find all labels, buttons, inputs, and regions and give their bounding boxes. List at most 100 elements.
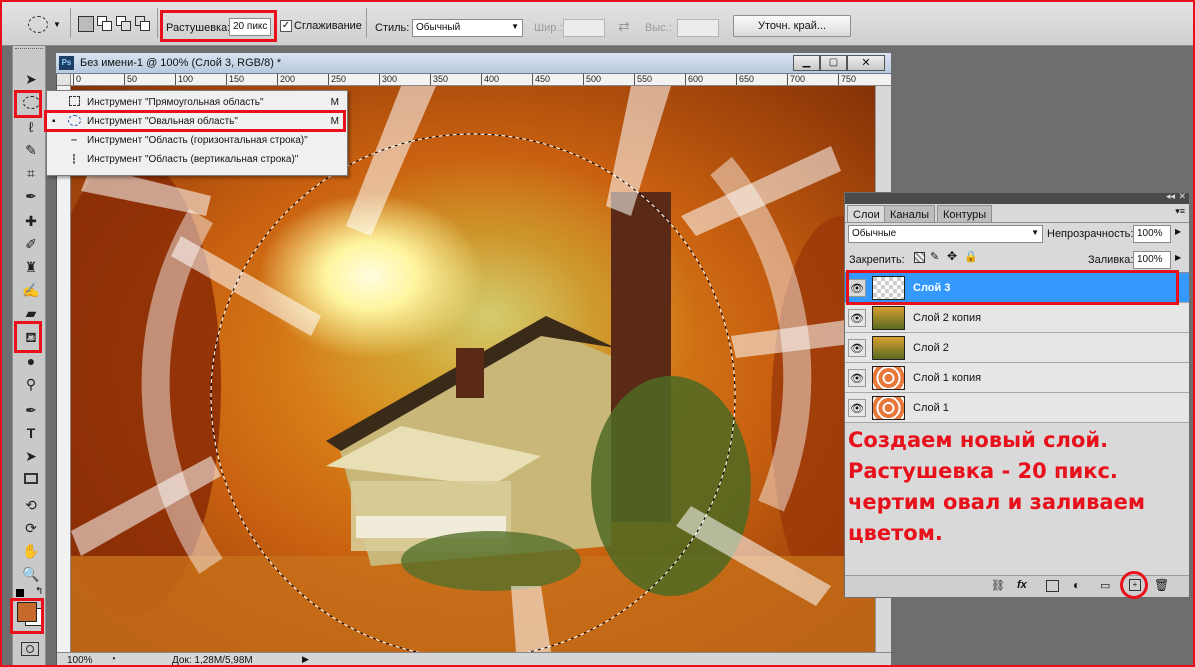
3d-rotate-tool-icon[interactable]: ⟲: [19, 494, 43, 516]
opacity-input[interactable]: 100%: [1133, 225, 1171, 243]
maximize-button[interactable]: ▢: [820, 55, 847, 71]
ruler-tick-label: 250: [328, 74, 346, 85]
feather-label: Растушевка:: [166, 22, 231, 34]
adjustment-layer-icon[interactable]: ◐: [1073, 578, 1080, 592]
status-info-icon[interactable]: ◔: [110, 654, 116, 665]
move-tool-icon[interactable]: ➤: [19, 68, 43, 90]
menu-item-shortcut: M: [330, 116, 339, 127]
pen-tool-icon[interactable]: ✒: [19, 399, 43, 421]
ruler-tick-label: 0: [73, 74, 81, 85]
intersect-selection-icon[interactable]: [135, 16, 151, 32]
blend-mode-select[interactable]: Обычные ▼: [848, 225, 1043, 243]
brush-tool-icon[interactable]: ✐: [19, 233, 43, 255]
refine-edge-button[interactable]: Уточн. край...: [733, 15, 851, 37]
zoom-level[interactable]: 100%: [67, 655, 93, 666]
opacity-arrow-icon[interactable]: ▶: [1175, 227, 1181, 236]
layer-row[interactable]: 👁 Слой 2: [845, 333, 1189, 363]
tab-paths[interactable]: Контуры: [937, 205, 993, 223]
eraser-tool-icon[interactable]: ▰: [19, 302, 43, 324]
layer-name: Слой 2 копия: [913, 312, 982, 324]
annotation-line: чертим овал и заливаем: [848, 490, 1145, 514]
fill-input[interactable]: 100%: [1133, 251, 1171, 269]
layer-row[interactable]: 👁 Слой 2 копия: [845, 303, 1189, 333]
layer-thumbnail: [872, 276, 905, 300]
lasso-tool-icon[interactable]: ℓ: [19, 116, 43, 138]
add-mask-icon[interactable]: [1046, 580, 1059, 592]
blur-tool-icon[interactable]: ●: [19, 350, 43, 372]
default-colors-icon[interactable]: [16, 589, 24, 597]
height-input[interactable]: [677, 19, 719, 37]
subtract-from-selection-icon[interactable]: [116, 16, 132, 32]
swap-colors-icon[interactable]: ↰: [35, 586, 43, 597]
highlight-new-layer-button: [1120, 571, 1148, 599]
feather-input[interactable]: 20 пикс: [229, 18, 271, 36]
chevron-down-icon: ▼: [1031, 228, 1039, 237]
history-brush-tool-icon[interactable]: ✍: [19, 279, 43, 301]
swap-dimensions-icon[interactable]: ⇄: [618, 18, 630, 35]
lock-position-icon[interactable]: ✥: [947, 249, 957, 263]
healing-brush-tool-icon[interactable]: ✚: [19, 210, 43, 232]
status-menu-arrow-icon[interactable]: ▶: [302, 654, 309, 665]
lock-all-icon[interactable]: 🔒: [964, 250, 978, 263]
eyedropper-tool-icon[interactable]: ✒: [19, 185, 43, 207]
close-panel-icon[interactable]: ✕: [1178, 191, 1186, 202]
ruler-tick-label: 600: [685, 74, 703, 85]
quick-selection-tool-icon[interactable]: ✎: [19, 139, 43, 161]
tab-layers[interactable]: Слои: [847, 205, 886, 223]
panel-header-bar: ◂◂ ✕: [845, 191, 1189, 204]
layer-row[interactable]: 👁 Слой 3: [845, 273, 1189, 303]
paint-bucket-tool-icon[interactable]: ⛾: [19, 326, 43, 348]
new-selection-icon[interactable]: [78, 16, 94, 32]
zoom-tool-icon[interactable]: 🔍: [19, 563, 43, 585]
style-select[interactable]: Обычный ▼: [412, 19, 523, 37]
collapse-panel-icon[interactable]: ◂◂: [1166, 191, 1175, 202]
menu-item-rectangular-marquee[interactable]: Инструмент "Прямоугольная область" M: [47, 93, 347, 112]
foreground-color-swatch[interactable]: [17, 602, 37, 622]
crop-tool-icon[interactable]: ⌗: [19, 162, 43, 184]
width-input[interactable]: [563, 19, 605, 37]
link-layers-icon[interactable]: ⛓: [991, 579, 1005, 592]
preset-dropdown-arrow-icon[interactable]: ▼: [53, 20, 61, 29]
marquee-preset-icon[interactable]: [28, 16, 48, 33]
hand-tool-icon[interactable]: ✋: [19, 540, 43, 562]
layer-row[interactable]: 👁 Слой 1: [845, 393, 1189, 423]
layer-thumbnail: [872, 366, 905, 390]
3d-orbit-tool-icon[interactable]: ⟳: [19, 517, 43, 539]
quick-mask-icon[interactable]: [21, 642, 39, 656]
visibility-eye-icon[interactable]: 👁: [848, 279, 866, 297]
minimize-button[interactable]: ▁: [793, 55, 820, 71]
visibility-eye-icon[interactable]: 👁: [848, 339, 866, 357]
layer-style-icon[interactable]: fx: [1017, 579, 1027, 591]
document-title-bar[interactable]: Ps Без имени-1 @ 100% (Слой 3, RGB/8) * …: [56, 53, 891, 74]
single-row-marquee-icon: ┅: [71, 135, 77, 145]
status-bar: 100% ◔ Док: 1,28M/5,98M ▶: [57, 652, 891, 667]
rectangle-shape-tool-icon[interactable]: [19, 468, 43, 490]
dodge-tool-icon[interactable]: ⚲: [19, 373, 43, 395]
lock-transparency-icon[interactable]: [914, 252, 925, 263]
new-group-icon[interactable]: ▭: [1100, 579, 1110, 592]
add-to-selection-icon[interactable]: [97, 16, 113, 32]
menu-item-single-row-marquee[interactable]: ┅ Инструмент "Область (горизонтальная ст…: [47, 131, 347, 150]
tab-channels[interactable]: Каналы: [884, 205, 936, 223]
trash-icon[interactable]: 🗑: [1154, 578, 1169, 592]
menu-item-elliptical-marquee[interactable]: ▪ Инструмент "Овальная область" M: [47, 112, 347, 131]
panel-menu-icon[interactable]: ▾≡: [1175, 206, 1185, 217]
tabs-divider: [845, 222, 1189, 223]
fill-arrow-icon[interactable]: ▶: [1175, 253, 1181, 262]
layer-row[interactable]: 👁 Слой 1 копия: [845, 363, 1189, 393]
visibility-eye-icon[interactable]: 👁: [848, 399, 866, 417]
type-tool-icon[interactable]: T: [19, 422, 43, 444]
lock-pixels-icon[interactable]: ✎: [930, 250, 939, 263]
annotation-line: Растушевка - 20 пикс.: [848, 459, 1118, 483]
ruler-tick-label: 700: [787, 74, 805, 85]
visibility-eye-icon[interactable]: 👁: [848, 309, 866, 327]
path-selection-tool-icon[interactable]: ➤: [19, 445, 43, 467]
visibility-eye-icon[interactable]: 👁: [848, 369, 866, 387]
close-button[interactable]: ✕: [847, 55, 885, 71]
menu-item-single-column-marquee[interactable]: ┇ Инструмент "Область (вертикальная стро…: [47, 150, 347, 169]
elliptical-marquee-tool-icon[interactable]: [19, 92, 43, 114]
foliage-front: [401, 531, 581, 591]
antialias-checkbox[interactable]: ✓: [280, 20, 292, 32]
clone-stamp-tool-icon[interactable]: ♜: [19, 256, 43, 278]
width-label: Шир.:: [534, 22, 563, 34]
